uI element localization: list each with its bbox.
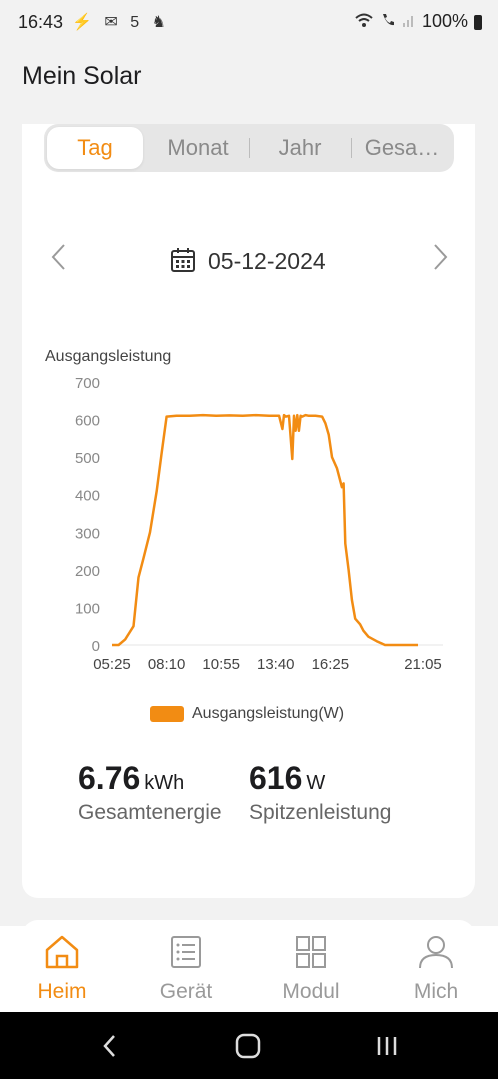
list-icon [171, 936, 201, 968]
nav-label: Gerät [159, 980, 213, 1003]
nav-item-heim[interactable]: Heim [0, 926, 124, 1012]
y-tick-label: 200 [75, 563, 100, 580]
tab-separator [351, 138, 352, 158]
stat-label: Spitzenleistung [249, 801, 392, 824]
page-title: Mein Solar [22, 62, 142, 90]
stat-total-energy: 6.76 kWh Gesamtenergie [78, 760, 222, 825]
stat-peak-power: 616 W Spitzenleistung [249, 760, 391, 825]
x-tick-label: 05:25 [93, 656, 131, 672]
nav-item-geraet[interactable]: Gerät [124, 926, 248, 1012]
stat-value: 6.76 [78, 760, 141, 796]
nav-label: Heim [37, 980, 87, 1003]
tab-monat[interactable]: Monat [150, 124, 246, 172]
x-tick-label: 13:40 [257, 656, 295, 672]
y-tick-label: 0 [92, 638, 100, 655]
x-tick-label: 10:55 [202, 656, 240, 672]
calendar-icon[interactable] [170, 247, 196, 273]
nav-item-modul[interactable]: Modul [249, 926, 373, 1012]
stat-label: Gesamtenergie [78, 801, 222, 824]
grid-icon [296, 936, 326, 968]
battery-icon [474, 15, 482, 30]
series-line [112, 413, 418, 647]
chevron-right-icon[interactable] [425, 242, 455, 272]
wifi-call-icon [380, 12, 396, 32]
home-icon [45, 935, 79, 969]
status-bar: 16:43 ⚡ ✉ 5 ♞ 100% [0, 0, 498, 46]
solar-card: Tag Monat Jahr Gesa… 05-12-2024 Ausgangs… [22, 124, 475, 898]
x-tick-label: 16:25 [312, 656, 350, 672]
x-tick-label: 08:10 [148, 656, 186, 672]
selected-date[interactable]: 05-12-2024 [208, 248, 326, 275]
back-icon[interactable] [96, 1032, 126, 1060]
y-tick-label: 300 [75, 525, 100, 542]
notification-icons: ⚡ ✉ 5 ♞ [72, 14, 170, 31]
person-icon [419, 936, 453, 969]
tab-separator [249, 138, 250, 158]
nav-item-mich[interactable]: Mich [374, 926, 498, 1012]
recents-icon[interactable] [372, 1032, 402, 1060]
nav-label: Modul [282, 980, 340, 1003]
y-tick-label: 400 [75, 488, 100, 505]
tab-tag[interactable]: Tag [47, 127, 143, 169]
bottom-nav: Heim Gerät Modul Mich [0, 926, 498, 1012]
tab-gesamt[interactable]: Gesa… [354, 124, 450, 172]
stat-unit: W [306, 772, 326, 794]
y-tick-label: 600 [75, 413, 100, 430]
status-time: 16:43 [18, 12, 64, 32]
x-tick-label: 21:05 [404, 656, 442, 672]
home-button-icon[interactable] [233, 1032, 263, 1060]
chart-svg: 700 600 500 400 300 200 100 005:25 08:10 10:55 13:… [75, 375, 443, 672]
wifi-icon [354, 12, 374, 32]
stat-unit: kWh [144, 772, 185, 794]
y-tick-label: 700 [75, 375, 100, 392]
system-nav-bar [0, 1012, 498, 1079]
chevron-left-icon[interactable] [44, 242, 74, 272]
status-right: 100% [354, 11, 482, 32]
legend-swatch [150, 706, 184, 722]
nav-label: Mich [413, 980, 459, 1003]
legend-label: Ausgangsleistung(W) [192, 705, 345, 722]
battery-percent: 100% [421, 11, 468, 31]
chart-legend: Ausgangsleistung(W) [150, 704, 344, 724]
signal-icon [402, 12, 416, 32]
tab-jahr[interactable]: Jahr [252, 124, 348, 172]
y-tick-label: 500 [75, 450, 100, 467]
power-chart: Ausgangsleistung 700 600 500 400 300 200 100 0 0… [22, 342, 475, 672]
date-navigator: 05-12-2024 [22, 236, 475, 284]
period-tabs: Tag Monat Jahr Gesa… [44, 124, 454, 172]
stat-value: 616 [249, 760, 303, 796]
y-tick-label: 100 [75, 600, 100, 617]
